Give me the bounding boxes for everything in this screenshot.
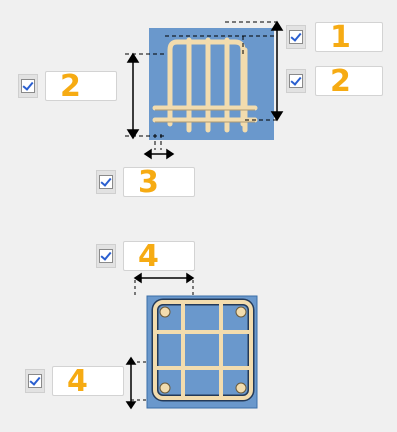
right-height-checkbox[interactable]: [289, 74, 303, 88]
left-height-checkbox[interactable]: [21, 79, 35, 93]
side-cover-input[interactable]: 4: [52, 366, 124, 397]
rebar-cage-section-diagram: [125, 272, 258, 410]
left-height-input[interactable]: 2: [45, 71, 117, 102]
top-cover-checkbox[interactable]: [289, 30, 303, 44]
bar-spacing-checkbox[interactable]: [99, 175, 113, 189]
left-height-field: 2: [18, 71, 117, 103]
side-cover-checkbox[interactable]: [28, 374, 42, 388]
top-cover-input[interactable]: 1: [315, 22, 383, 53]
stirrup-spacing-input[interactable]: 4: [123, 241, 195, 272]
bar-spacing-input[interactable]: 3: [123, 167, 195, 198]
right-height-input[interactable]: 2: [315, 66, 383, 97]
rebar-settings-panel: 1 2 2 3 4 4: [0, 0, 397, 432]
bar-spacing-field: 3: [96, 167, 195, 199]
right-height-field: 2: [286, 66, 384, 98]
rebar-cage-elevation-diagram: [125, 20, 284, 160]
stirrup-spacing-field: 4: [96, 241, 195, 273]
stirrup-spacing-checkbox[interactable]: [99, 249, 113, 263]
top-cover-field: 1: [286, 22, 384, 54]
side-cover-field: 4: [25, 366, 124, 398]
